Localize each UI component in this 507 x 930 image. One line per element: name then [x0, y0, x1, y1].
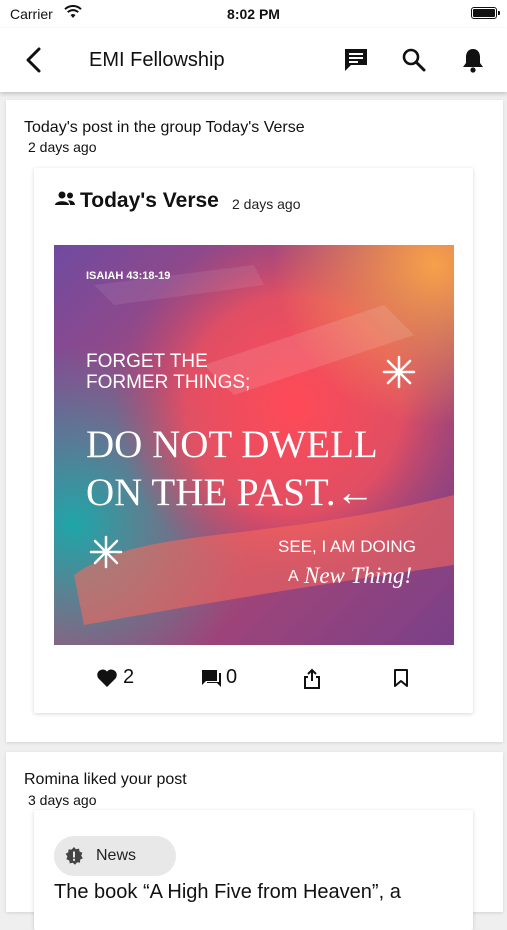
group-name[interactable]: Today's Verse — [80, 189, 219, 213]
image-verse-ref: ISAIAH 43:18-19 — [86, 270, 170, 282]
image-small-line-2b: New Thing! — [303, 563, 412, 588]
group-icon — [55, 191, 75, 205]
heart-icon[interactable] — [96, 668, 118, 688]
feed-item-headline: Romina liked your post — [24, 771, 187, 788]
comment-count: 0 — [226, 666, 238, 688]
feed-item-time: 2 days ago — [28, 139, 97, 155]
feed-item[interactable]: Today's post in the group Today's Verse … — [6, 100, 503, 742]
chat-icon[interactable] — [342, 46, 370, 74]
post-time: 2 days ago — [232, 196, 301, 212]
badge-icon — [65, 847, 83, 865]
news-tag-label: News — [96, 847, 137, 864]
feed-item-time: 3 days ago — [28, 792, 97, 808]
post-card[interactable]: News The book “A High Five from Heaven”,… — [34, 810, 473, 930]
post-image[interactable]: ISAIAH 43:18-19 FORGET THE FORMER THINGS… — [54, 245, 454, 645]
page-title: EMI Fellowship — [89, 49, 225, 71]
like-count: 2 — [123, 666, 135, 688]
image-line-1: FORGET THE — [86, 351, 208, 372]
image-big-line-2: ON THE PAST.← — [86, 471, 375, 514]
post-card[interactable]: Today's Verse 2 days ago ISAIAH 43:18-19… — [34, 168, 473, 713]
share-icon[interactable] — [302, 668, 322, 690]
back-arrow-icon[interactable] — [22, 46, 48, 74]
image-small-line-2a: A — [288, 568, 299, 585]
feed-item-headline: Today's post in the group Today's Verse — [24, 119, 305, 136]
image-line-2: FORMER THINGS; — [86, 372, 250, 393]
battery-icon — [471, 7, 500, 19]
image-small-line-1: SEE, I AM DOING — [278, 537, 416, 556]
comment-icon[interactable] — [200, 668, 222, 688]
search-icon[interactable] — [400, 46, 428, 74]
bell-icon[interactable] — [459, 46, 487, 74]
clock: 8:02 PM — [227, 6, 280, 22]
news-tag[interactable]: News — [54, 836, 176, 876]
app-bar: EMI Fellowship — [0, 28, 507, 92]
status-bar: Carrier 8:02 PM — [0, 0, 507, 28]
post-body: The book “A High Five from Heaven”, a — [54, 881, 401, 903]
feed-item[interactable]: Romina liked your post 3 days ago News T… — [6, 752, 503, 930]
bookmark-icon[interactable] — [392, 668, 410, 688]
image-big-line-1: DO NOT DWELL — [86, 423, 378, 466]
